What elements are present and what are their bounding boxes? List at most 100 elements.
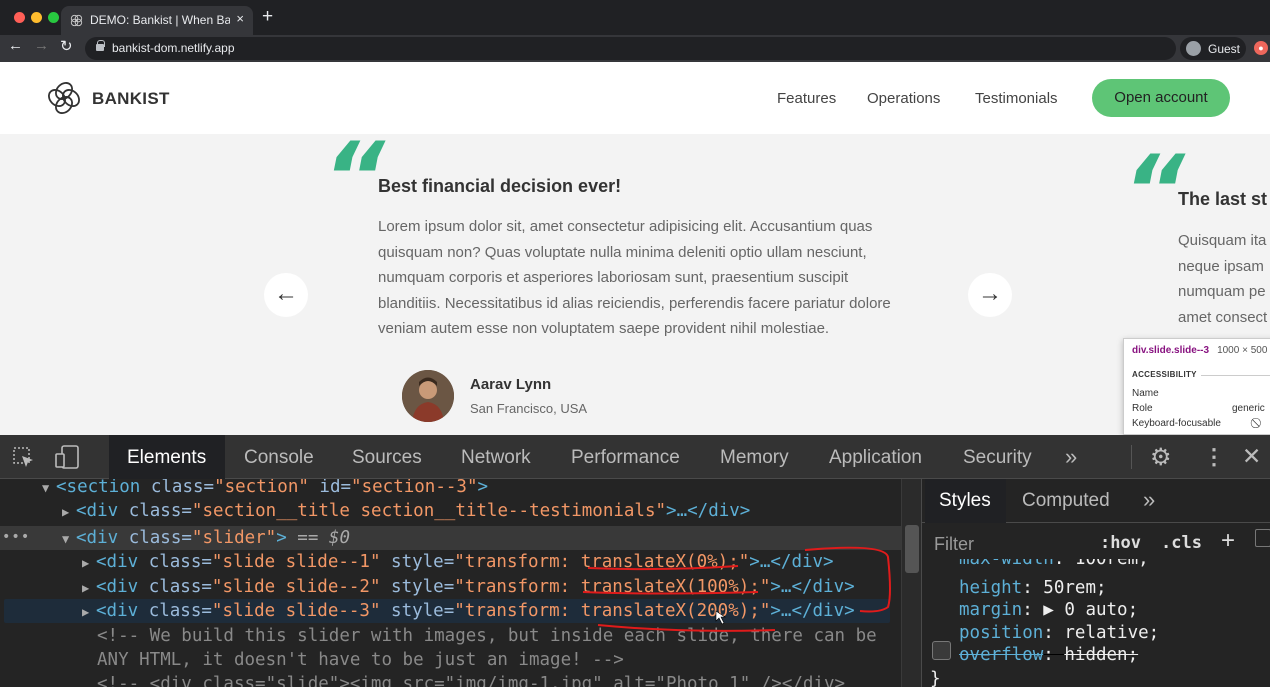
tag-close: >…</div> (749, 552, 834, 572)
slider-next-button[interactable]: → (968, 273, 1012, 317)
css-value: 50rem; (1043, 578, 1107, 598)
tab-elements[interactable]: Elements (127, 447, 206, 469)
testimonial-text: Lorem ipsum dolor sit, amet consectetur … (378, 214, 891, 342)
expand-triangle-icon[interactable]: ▼ (42, 479, 56, 500)
tab-performance[interactable]: Performance (571, 447, 680, 469)
attr-value: "transform: (454, 577, 581, 597)
browser-tab[interactable]: DEMO: Bankist | When Banking × (61, 6, 253, 35)
tab-sources[interactable]: Sources (352, 447, 422, 469)
tab-title: DEMO: Bankist | When Banking (90, 13, 230, 27)
tab-network[interactable]: Network (461, 447, 531, 469)
cls-toggle[interactable]: .cls (1161, 533, 1202, 553)
css-declaration[interactable]: max-width: 100rem; (959, 559, 1149, 573)
dom-node-slide-2[interactable]: ▶ <div class="slide slide--2" style="tran… (82, 575, 855, 599)
css-declaration[interactable]: height: 50rem; (959, 578, 1107, 598)
new-style-rule-button[interactable]: + (1221, 527, 1235, 555)
tooltip-row-value: generic (1232, 403, 1265, 414)
tooltip-dimensions: 1000 × 500 (1217, 345, 1268, 356)
devtools-panel: Elements Console Sources Network Perform… (0, 435, 1270, 687)
tab-styles[interactable]: Styles (939, 490, 991, 512)
transform-value: translateX(200%); (580, 601, 760, 621)
reload-button[interactable]: ↻ (60, 37, 73, 55)
device-toolbar-icon[interactable] (54, 445, 80, 469)
profile-label: Guest (1208, 42, 1241, 56)
extension-icon[interactable]: ● (1254, 41, 1268, 55)
minimize-window-button[interactable] (31, 12, 42, 23)
tab-console[interactable]: Console (244, 447, 314, 469)
tag-name: <div (76, 501, 119, 521)
styles-tab-bar: Styles Computed » (922, 479, 1270, 523)
inspect-element-icon[interactable] (13, 447, 35, 469)
quote-mark-icon: “ (1123, 135, 1185, 247)
css-property: height (959, 578, 1023, 598)
node-actions-ellipsis[interactable]: ••• (2, 529, 30, 545)
forward-button[interactable]: → (34, 37, 49, 54)
css-value: hidden; (1064, 645, 1139, 665)
testimonial-text-line: quisquam non? Quas voluptate nulla minim… (378, 243, 867, 261)
open-account-button[interactable]: Open account (1092, 79, 1230, 117)
more-panes-button[interactable]: » (1143, 487, 1155, 513)
nav-link-testimonials[interactable]: Testimonials (975, 90, 1058, 107)
tab-close-icon[interactable]: × (236, 11, 244, 26)
styles-filter-input[interactable]: Filter (934, 534, 974, 555)
logo-text[interactable]: BANKIST (92, 89, 170, 109)
attr-value: " (759, 577, 771, 597)
address-bar-row: ← → ↻ bankist-dom.netlify.app Guest ● (0, 35, 1270, 62)
pane-toggle-icon[interactable] (1255, 529, 1270, 547)
html-comment[interactable]: <!-- We build this slider with images, b… (97, 624, 877, 648)
tag-close: > (276, 528, 287, 548)
dom-node-slide-1[interactable]: ▶ <div class="slide slide--1" style="tran… (82, 550, 834, 574)
attr-value: "section--3" (351, 479, 478, 497)
profile-button[interactable]: Guest (1180, 37, 1246, 60)
attr-value: "slide slide--1" (211, 552, 381, 572)
collapse-triangle-icon[interactable]: ▶ (62, 500, 76, 524)
expand-triangle-icon[interactable]: ▼ (62, 527, 76, 551)
slider-prev-button[interactable]: ← (264, 273, 308, 317)
attr-value: "section" (214, 479, 309, 497)
maximize-window-button[interactable] (48, 12, 59, 23)
html-comment[interactable]: <!-- <div class="slide"><img src="img/im… (97, 672, 845, 687)
transform-value: translateX(100%); (580, 577, 760, 597)
tab-security[interactable]: Security (963, 447, 1032, 469)
close-window-button[interactable] (14, 12, 25, 23)
css-declaration[interactable]: margin: ▶ 0 auto; (959, 600, 1138, 620)
nav-link-operations[interactable]: Operations (867, 90, 940, 107)
css-declaration-disabled[interactable]: overflow: hidden; (959, 645, 1138, 665)
settings-gear-icon[interactable]: ⚙ (1150, 443, 1172, 472)
back-button[interactable]: ← (8, 37, 23, 54)
more-tabs-button[interactable]: » (1065, 444, 1077, 470)
tab-memory[interactable]: Memory (720, 447, 789, 469)
more-options-icon[interactable]: ⋮ (1203, 444, 1225, 470)
css-property: margin (959, 600, 1023, 620)
close-devtools-icon[interactable]: ✕ (1242, 443, 1261, 470)
tab-application[interactable]: Application (829, 447, 922, 469)
bankist-logo-icon[interactable] (46, 80, 82, 116)
elements-scrollbar[interactable] (901, 479, 921, 687)
declaration-toggle-checkbox[interactable] (932, 641, 951, 660)
collapse-triangle-icon[interactable]: ▶ (82, 600, 96, 624)
omnibox[interactable]: bankist-dom.netlify.app (85, 37, 1176, 60)
url-text: bankist-dom.netlify.app (112, 41, 235, 55)
lock-icon (96, 40, 105, 51)
testimonial-text-line: blanditiis. Necessitatibus id alias reic… (378, 294, 891, 312)
tab-computed[interactable]: Computed (1022, 490, 1110, 512)
hov-toggle[interactable]: :hov (1100, 533, 1141, 553)
testimonial-text-line: Quisquam ita (1178, 232, 1267, 249)
tag-close: >…</div> (770, 577, 855, 597)
css-property: overflow (959, 645, 1044, 665)
dom-node-slide-3[interactable]: ▶ <div class="slide slide--3" style="tran… (82, 599, 855, 623)
dom-node-section-title[interactable]: ▶ <div class="section__title section__tit… (62, 499, 750, 523)
nav-link-features[interactable]: Features (777, 90, 836, 107)
dom-node-slider[interactable]: ▼ <div class="slider"> == $0 (62, 526, 350, 550)
collapse-triangle-icon[interactable]: ▶ (82, 576, 96, 600)
new-tab-button[interactable]: + (262, 6, 273, 28)
attr-name: style= (380, 577, 455, 597)
elements-tree: ••• ▼ <section class="section" id="sectio… (0, 479, 921, 687)
css-declaration[interactable]: position: relative; (959, 623, 1159, 643)
scrollbar-thumb[interactable] (905, 525, 919, 573)
collapse-triangle-icon[interactable]: ▶ (82, 551, 96, 575)
testimonial-text-line: amet consect (1178, 308, 1268, 326)
quote-mark-icon: “ (323, 122, 385, 234)
css-closing-brace: } (930, 669, 941, 687)
dom-node-section[interactable]: ▼ <section class="section" id="section--3… (42, 479, 488, 499)
